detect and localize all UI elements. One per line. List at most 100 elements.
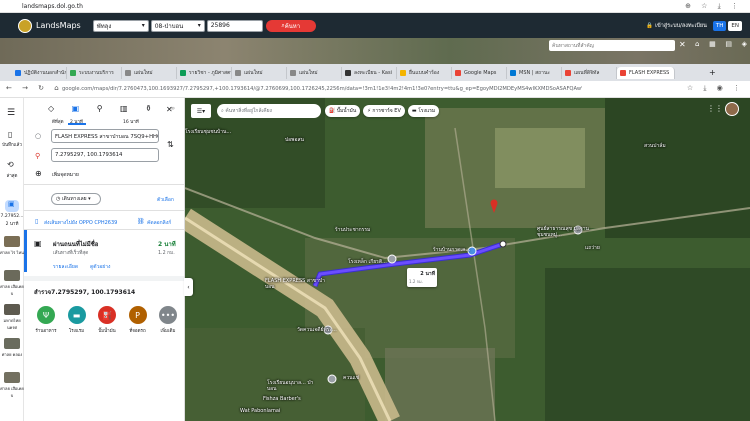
- browser-tab[interactable]: ลงทะเบียน - Kasi: [342, 66, 397, 79]
- nearby-category[interactable]: Ψ ร้านอาหาร: [32, 306, 60, 342]
- nearby-category-label: ปั๊มน้ำมัน: [98, 329, 116, 334]
- add-stop-link[interactable]: เพิ่มจุดหมาย: [52, 171, 79, 179]
- map-menu-button[interactable]: ☰▾: [191, 104, 211, 118]
- parcel-input[interactable]: 25896: [206, 19, 263, 32]
- history-icon[interactable]: ⟲: [7, 160, 14, 169]
- browser-tab[interactable]: ปฏิบัติงานนอกสำนัก: [12, 66, 67, 79]
- route-info-bubble[interactable]: 2 นาที 1.2 กม.: [407, 268, 437, 287]
- tab-label: แผ่นใหม่: [299, 69, 318, 76]
- car-mode-icon[interactable]: ▣: [72, 104, 80, 118]
- tab-favicon-icon: [345, 69, 351, 76]
- recent-thumb-2[interactable]: [4, 270, 20, 281]
- satellite-map[interactable]: ☰▾ ⌕ ค้นหาสิ่งที่อยู่ใกล้เคียง ⛽ ปั๊มน้ำ…: [185, 98, 750, 421]
- landsmaps-map-strip[interactable]: ค้นหาสถานที่สำคัญ ✕ ⌂ ▦ ▤ ◈: [0, 38, 750, 64]
- layers-icon[interactable]: ◈: [742, 40, 747, 51]
- avatar[interactable]: [725, 102, 739, 116]
- landsmaps-logo-icon: [18, 18, 32, 33]
- gas-chip[interactable]: ⛽ ปั๊มน้ำมัน: [325, 105, 361, 117]
- route-via-sub: เส้นทางที่เร็วที่สุด: [53, 251, 89, 256]
- motorbike-mode-icon[interactable]: ⚲: [97, 104, 103, 118]
- hotel-chip[interactable]: ▬ โรงแรม: [407, 105, 440, 117]
- transit-mode-icon[interactable]: ▥: [120, 104, 128, 118]
- landsmaps-header: LandsMaps พัทลุง ▾ 08-ป่าบอน ▾ 25896 ⌕ ค้นห…: [0, 13, 750, 38]
- route-details-link[interactable]: รายละเอียด: [53, 263, 78, 271]
- recent-thumb-3[interactable]: [4, 304, 20, 315]
- recent-thumb-5[interactable]: [4, 372, 20, 383]
- nearby-title: สำรวจ7.2795297, 100.1793614: [34, 289, 136, 296]
- walk-mode-icon[interactable]: ⚱: [145, 104, 152, 118]
- car-icon: ▣: [34, 239, 42, 248]
- browser-address-bar[interactable]: landsmaps.dol.go.th ⊕ ☆ ⤓ ⋮: [0, 0, 750, 13]
- close-directions-icon[interactable]: ✕: [166, 105, 173, 114]
- origin-input[interactable]: FLASH EXPRESS สาขาป่าบอน 7SQ9+HHC: [51, 129, 159, 143]
- tab-favicon-icon: [510, 69, 516, 76]
- copy-link[interactable]: คัดลอกลิงก์: [147, 219, 171, 227]
- browser-url[interactable]: landsmaps.dol.go.th: [22, 3, 83, 10]
- lang-en-button[interactable]: EN: [728, 20, 742, 31]
- browser-tab[interactable]: แผ่นใหม่: [232, 66, 287, 79]
- clock-icon: ◷: [56, 196, 61, 202]
- grid-icon[interactable]: ▦: [709, 40, 716, 51]
- nearby-category[interactable]: ••• เพิ่มเติม: [154, 306, 182, 342]
- map-label-suan: สวนปาล์ม: [644, 143, 666, 149]
- add-stop-icon[interactable]: ⊕: [35, 169, 42, 178]
- home-icon[interactable]: ⌂: [695, 40, 699, 51]
- browser-tab[interactable]: แผ่นใหม่: [287, 66, 342, 79]
- lock-icon: 🔒: [646, 22, 654, 29]
- maps-url[interactable]: google.com/maps/dir/7.2760473,100.169392…: [62, 86, 582, 92]
- province-select[interactable]: พัทลุง ▾: [92, 19, 149, 32]
- apps-grid-icon[interactable]: ⋮⋮: [707, 104, 723, 113]
- swap-icon[interactable]: ⇅: [167, 140, 174, 149]
- parcel-search-button[interactable]: ⌕ ค้นหา: [265, 19, 316, 32]
- nearby-category[interactable]: ⛽ ปั๊มน้ำมัน: [93, 306, 121, 342]
- close-icon[interactable]: ✕: [679, 40, 686, 49]
- recent-route-button[interactable]: ▣: [5, 200, 19, 212]
- destination-input[interactable]: 7.2795297, 100.1793614: [51, 148, 159, 162]
- best-mode-icon[interactable]: ◇: [48, 104, 54, 118]
- nearby-category[interactable]: P ที่จอดรถ: [124, 306, 152, 342]
- tab-favicon-icon: [565, 69, 571, 76]
- tab-favicon-icon: [455, 69, 461, 76]
- browser-toolbar-icons-2[interactable]: ☆ ⤓ ◉ ⋮: [687, 84, 744, 93]
- phone-icon: ▯: [35, 218, 39, 225]
- send-to-phone-link[interactable]: ส่งเส้นทางไปยัง OPPO CPH2639: [44, 219, 117, 227]
- route-via[interactable]: ผ่านถนนที่ไม่มีชื่อ: [53, 239, 98, 249]
- menu-icon[interactable]: ☰: [7, 108, 15, 118]
- bookmark-icon[interactable]: ▯: [8, 130, 12, 139]
- ev-chip[interactable]: ⚡ การชาร์จ EV: [363, 105, 405, 117]
- tab-label: แผ่นใหม่: [134, 69, 153, 76]
- browser-tab[interactable]: Google Maps: [452, 66, 507, 79]
- browser-tab[interactable]: ระบบงานบริการ: [67, 66, 122, 79]
- route-preview-link[interactable]: ดูตัวอย่าง: [90, 263, 110, 271]
- map-label-phan: โรงเหล็ก เกียรติ...: [348, 259, 387, 265]
- login-link[interactable]: เข้าสู่ระบบ/ลงทะเบียน: [655, 22, 707, 30]
- place-search-input[interactable]: ค้นหาสถานที่สำคัญ: [549, 40, 675, 51]
- nav-icons[interactable]: ← → ↻ ⌂: [6, 84, 63, 92]
- nearby-category[interactable]: ▬ โรงแรม: [63, 306, 91, 342]
- keyboard-icon[interactable]: ▤: [725, 40, 732, 51]
- depart-time-button[interactable]: ◷ เดินทางเลย ▾: [51, 193, 101, 205]
- tab-label: FLASH EXPRESS: [629, 69, 670, 76]
- divider: [24, 210, 184, 211]
- recent-thumb-4[interactable]: [4, 338, 20, 349]
- new-tab-icon[interactable]: +: [709, 68, 716, 77]
- browser-tab[interactable]: ยื่นแบบคำร้อง: [397, 66, 452, 79]
- recent-route-title: 7.27952...: [0, 214, 24, 219]
- browser-tab[interactable]: MSN | สถานะ: [507, 66, 562, 79]
- options-link[interactable]: ตัวเลือก: [157, 196, 174, 204]
- district-select[interactable]: 08-ป่าบอน ▾: [150, 19, 205, 32]
- recent-thumb-1[interactable]: [4, 236, 20, 247]
- browser-tab-strip: ปฏิบัติงานนอกสำนัก ระบบงานบริการ แผ่นใหม่ ร…: [0, 64, 750, 81]
- browser-tab[interactable]: รายวิชา - ภูมิศาสตร์: [177, 66, 232, 79]
- browser-tab[interactable]: แผ่นใหม่: [122, 66, 177, 79]
- browser-toolbar-icons[interactable]: ⊕ ☆ ⤓ ⋮: [685, 2, 742, 11]
- map-label-school: โรงเรียนชุมชนบ้าน...: [185, 129, 232, 135]
- lang-th-button[interactable]: TH: [712, 20, 727, 31]
- browser-tab[interactable]: FLASH EXPRESS: [617, 66, 675, 79]
- browser-tab[interactable]: แผนที่ดิจิทัล: [562, 66, 617, 79]
- nearby-search-input[interactable]: ⌕ ค้นหาสิ่งที่อยู่ใกล้เคียง: [217, 104, 321, 118]
- maps-address-bar[interactable]: ← → ↻ ⌂ google.com/maps/dir/7.2760473,10…: [0, 81, 750, 98]
- map-label-wat: Wat Pabonlamai: [240, 408, 281, 414]
- collapse-panel-button[interactable]: ‹: [184, 278, 193, 296]
- landsmaps-tools: ⌂ ▦ ▤ ◈: [695, 40, 747, 51]
